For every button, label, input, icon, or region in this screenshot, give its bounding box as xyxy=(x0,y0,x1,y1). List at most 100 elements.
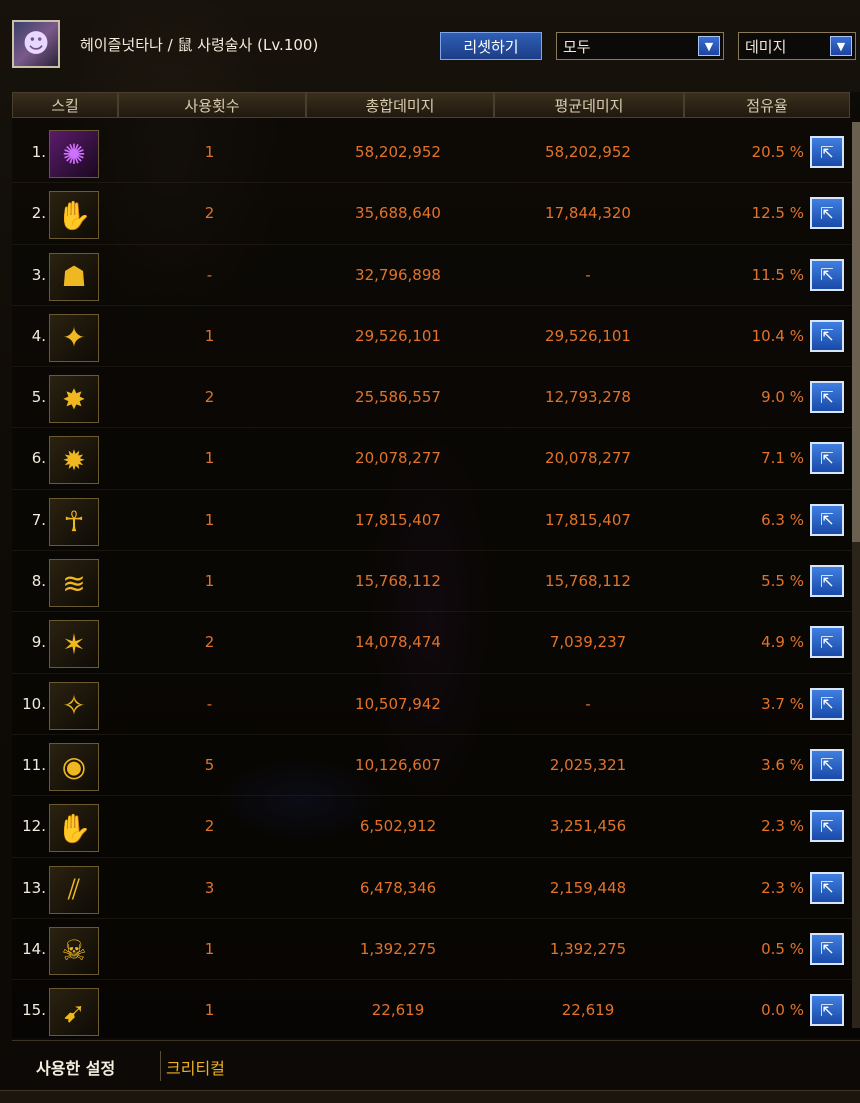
row-total-damage: 10,507,942 xyxy=(355,694,441,713)
export-icon[interactable]: ⇱ xyxy=(810,319,844,352)
row-rank: 14. xyxy=(22,939,46,958)
tab-divider xyxy=(160,1051,161,1081)
row-share: 3.7 % xyxy=(761,694,804,713)
wing-head-skill-icon: ✧ xyxy=(49,681,99,730)
row-average-damage: 7,039,237 xyxy=(549,633,627,652)
export-icon[interactable]: ⇱ xyxy=(810,381,844,414)
row-share: 0.5 % xyxy=(761,939,804,958)
reset-button[interactable]: 리셋하기 xyxy=(440,32,542,60)
skull-skill-icon: ☠ xyxy=(49,926,99,975)
row-total-damage: 20,078,277 xyxy=(355,449,441,468)
metric-dropdown[interactable]: 데미지 ▼ xyxy=(738,32,856,60)
row-uses: 1 xyxy=(204,326,215,345)
hand-grab-skill-icon: ✋ xyxy=(49,804,99,853)
row-average-damage: - xyxy=(585,694,591,713)
row-average-damage: - xyxy=(585,265,591,284)
row-share: 9.0 % xyxy=(761,388,804,407)
scrollbar-thumb[interactable] xyxy=(852,122,860,542)
export-icon[interactable]: ⇱ xyxy=(810,810,844,843)
export-icon[interactable]: ⇱ xyxy=(810,687,844,720)
export-icon[interactable]: ⇱ xyxy=(810,565,844,598)
table-row[interactable]: 15. ➹ 1 22,619 22,619 0.0 % ⇱ xyxy=(12,980,860,1042)
bottom-edge xyxy=(0,1090,860,1103)
export-icon[interactable]: ⇱ xyxy=(810,994,844,1027)
row-rank: 13. xyxy=(22,878,46,897)
export-icon[interactable]: ⇱ xyxy=(810,442,844,475)
filter-dropdown-value: 모두 xyxy=(563,37,591,56)
table-row[interactable]: 13. ⫽ 3 6,478,346 2,159,448 2.3 % ⇱ xyxy=(12,858,860,919)
row-share: 10.4 % xyxy=(751,326,804,345)
row-average-damage: 12,793,278 xyxy=(545,388,631,407)
table-row[interactable]: 12. ✋ 2 6,502,912 3,251,456 2.3 % ⇱ xyxy=(12,796,860,858)
row-total-damage: 17,815,407 xyxy=(355,510,441,529)
row-rank: 6. xyxy=(31,449,46,468)
row-uses: 5 xyxy=(204,755,215,774)
row-share: 11.5 % xyxy=(751,265,804,284)
row-uses: 3 xyxy=(204,878,215,897)
row-share: 6.3 % xyxy=(761,510,804,529)
row-total-damage: 32,796,898 xyxy=(355,265,441,284)
export-icon[interactable]: ⇱ xyxy=(810,197,844,230)
column-share[interactable]: 점유율 xyxy=(684,92,850,118)
column-total-damage[interactable]: 총합데미지 xyxy=(306,92,494,118)
row-rank: 15. xyxy=(22,1001,46,1020)
row-share: 4.9 % xyxy=(761,633,804,652)
column-uses[interactable]: 사용횟수 xyxy=(118,92,306,118)
mask-skill-icon: ☗ xyxy=(49,252,99,301)
row-share: 20.5 % xyxy=(751,143,804,161)
row-rank: 2. xyxy=(31,204,46,223)
row-total-damage: 14,078,474 xyxy=(355,633,441,652)
row-total-damage: 15,768,112 xyxy=(355,572,441,591)
row-total-damage: 6,478,346 xyxy=(359,878,437,897)
fire-orb-skill-icon: ◉ xyxy=(49,742,99,791)
table-row[interactable]: 2. ✋ 2 35,688,640 17,844,320 12.5 % ⇱ xyxy=(12,183,860,245)
export-icon[interactable]: ⇱ xyxy=(810,136,844,168)
row-total-damage: 6,502,912 xyxy=(359,817,437,836)
export-icon[interactable]: ⇱ xyxy=(810,871,844,904)
row-share: 2.3 % xyxy=(761,878,804,897)
row-average-damage: 1,392,275 xyxy=(549,939,627,958)
damage-meter-header: ☻ 헤이즐넛타나 / 鼠 사령술사 (Lv.100) 리셋하기 모두 ▼ 데미지… xyxy=(0,0,860,92)
table-row[interactable]: 6. ✹ 1 20,078,277 20,078,277 7.1 % ⇱ xyxy=(12,428,860,490)
tab-critical[interactable]: 크리티컬 xyxy=(166,1055,225,1079)
export-icon[interactable]: ⇱ xyxy=(810,626,844,659)
row-uses: - xyxy=(206,694,213,713)
table-row[interactable]: 10. ✧ - 10,507,942 - 3.7 % ⇱ xyxy=(12,674,860,735)
column-average-damage[interactable]: 평균데미지 xyxy=(494,92,684,118)
table-row[interactable]: 7. ☥ 1 17,815,407 17,815,407 6.3 % ⇱ xyxy=(12,490,860,552)
metric-dropdown-value: 데미지 xyxy=(745,37,787,56)
tab-used-settings[interactable]: 사용한 설정 xyxy=(36,1055,115,1079)
row-average-damage: 29,526,101 xyxy=(545,326,631,345)
table-row[interactable]: 4. ✦ 1 29,526,101 29,526,101 10.4 % ⇱ xyxy=(12,306,860,368)
filter-dropdown[interactable]: 모두 ▼ xyxy=(556,32,724,60)
kunai-skill-icon: ➹ xyxy=(49,988,99,1037)
table-row[interactable]: 11. ◉ 5 10,126,607 2,025,321 3.6 % ⇱ xyxy=(12,735,860,797)
table-row[interactable]: 1. ✺ 1 58,202,952 58,202,952 20.5 % ⇱ xyxy=(12,122,860,184)
table-row[interactable]: 5. ✸ 2 25,586,557 12,793,278 9.0 % ⇱ xyxy=(12,367,860,429)
row-rank: 8. xyxy=(31,572,46,591)
row-rank: 7. xyxy=(31,510,46,529)
purple-demon-skill-icon: ✺ xyxy=(49,130,99,178)
export-icon[interactable]: ⇱ xyxy=(810,748,844,781)
spirit-woman-skill-icon: ☥ xyxy=(49,497,99,546)
row-average-damage: 58,202,952 xyxy=(545,143,631,161)
row-total-damage: 25,586,557 xyxy=(355,388,441,407)
dark-beast-skill-icon: ✹ xyxy=(49,436,99,485)
row-uses: 2 xyxy=(204,817,215,836)
table-row[interactable]: 14. ☠ 1 1,392,275 1,392,275 0.5 % ⇱ xyxy=(12,919,860,981)
table-row[interactable]: 3. ☗ - 32,796,898 - 11.5 % ⇱ xyxy=(12,245,860,306)
chevron-down-icon[interactable]: ▼ xyxy=(830,36,852,56)
scrollbar[interactable] xyxy=(852,122,860,1028)
row-average-damage: 17,844,320 xyxy=(545,204,631,223)
export-icon[interactable]: ⇱ xyxy=(810,258,844,291)
row-share: 7.1 % xyxy=(761,449,804,468)
row-rank: 4. xyxy=(31,326,46,345)
export-icon[interactable]: ⇱ xyxy=(810,503,844,536)
table-row[interactable]: 8. ≋ 1 15,768,112 15,768,112 5.5 % ⇱ xyxy=(12,551,860,613)
row-average-damage: 20,078,277 xyxy=(545,449,631,468)
export-icon[interactable]: ⇱ xyxy=(810,932,844,965)
chevron-down-icon[interactable]: ▼ xyxy=(698,36,720,56)
table-row[interactable]: 9. ✶ 2 14,078,474 7,039,237 4.9 % ⇱ xyxy=(12,612,860,674)
column-skill[interactable]: 스킬 xyxy=(12,92,118,118)
beast-swarm-skill-icon: ✸ xyxy=(49,375,99,424)
